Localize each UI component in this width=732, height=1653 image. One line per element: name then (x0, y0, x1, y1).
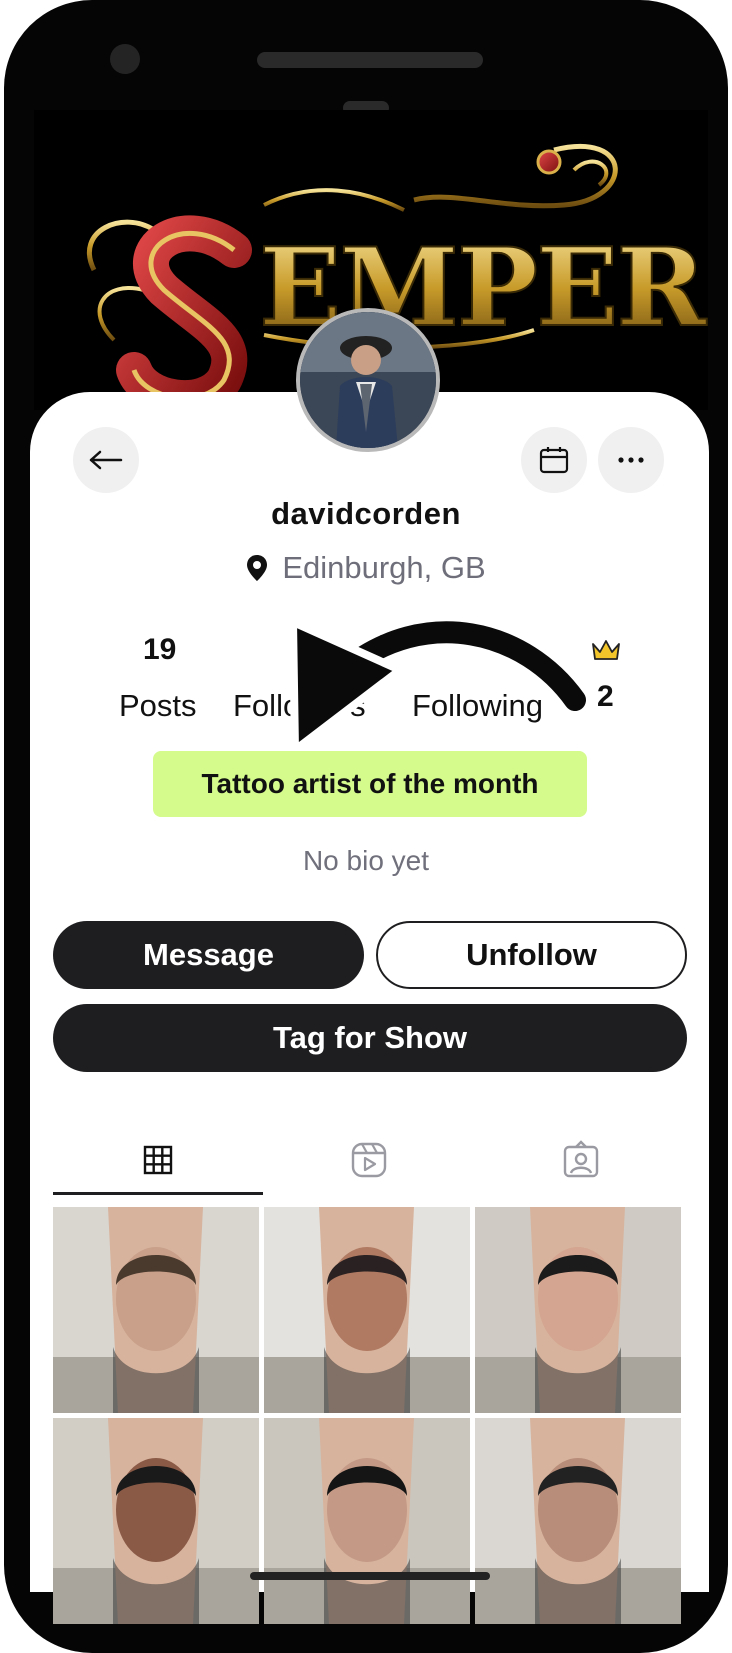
artist-of-month-badge: Tattoo artist of the month (153, 751, 587, 817)
bio-text: No bio yet (302, 845, 430, 876)
tattoo-photo (53, 1207, 259, 1413)
profile-avatar[interactable] (296, 308, 440, 452)
username: davidcorden (271, 496, 461, 531)
calendar-icon (539, 447, 569, 474)
active-tab-indicator (53, 1192, 263, 1195)
tab-tagged[interactable] (561, 1140, 601, 1180)
unfollow-button[interactable]: Unfollow (376, 921, 687, 989)
home-indicator (250, 1572, 490, 1580)
back-button[interactable] (73, 427, 139, 493)
more-dots-icon (618, 457, 644, 463)
post-thumbnail[interactable] (264, 1207, 470, 1413)
back-arrow-icon (89, 450, 123, 470)
message-button[interactable]: Message (53, 921, 364, 989)
tag-for-show-button[interactable]: Tag for Show (53, 1004, 687, 1072)
tattoo-photo (264, 1207, 470, 1413)
front-camera (110, 44, 140, 74)
more-options-button[interactable] (598, 427, 664, 493)
location-text: Edinburgh, GB (282, 550, 486, 585)
reels-icon (351, 1142, 387, 1178)
tattoo-photo (475, 1418, 681, 1624)
location: Edinburgh, GB (0, 550, 732, 586)
post-thumbnail[interactable] (475, 1207, 681, 1413)
tagged-icon (563, 1140, 599, 1178)
grid-icon (143, 1145, 173, 1175)
posts-grid (53, 1207, 681, 1624)
post-thumbnail[interactable] (264, 1418, 470, 1624)
posts-count: 19 (143, 633, 177, 666)
calendar-button[interactable] (521, 427, 587, 493)
post-thumbnail[interactable] (53, 1418, 259, 1624)
tattoo-photo (264, 1418, 470, 1624)
posts-label[interactable]: Posts (119, 688, 197, 724)
tattoo-photo (475, 1207, 681, 1413)
annotation-arrow (289, 615, 592, 754)
post-thumbnail[interactable] (53, 1207, 259, 1413)
post-thumbnail[interactable] (475, 1418, 681, 1624)
location-pin-icon (247, 555, 268, 581)
tattoo-photo (53, 1418, 259, 1624)
earpiece-speaker (257, 52, 483, 68)
tab-posts-grid[interactable] (138, 1140, 178, 1180)
tab-reels[interactable] (349, 1140, 389, 1180)
